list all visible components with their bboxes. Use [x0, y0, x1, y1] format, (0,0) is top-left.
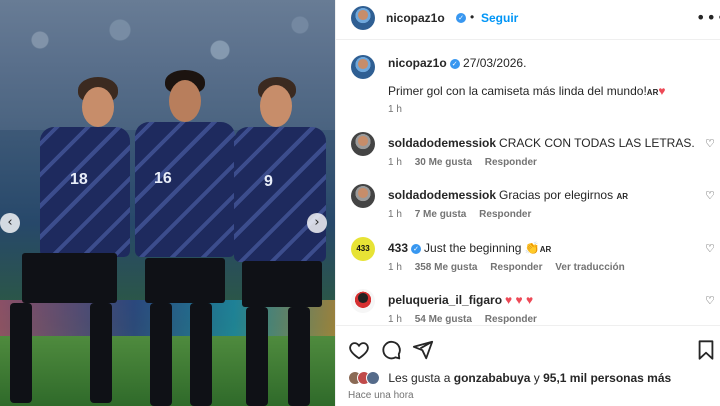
comment-like-heart-icon[interactable]: ♡	[705, 137, 715, 150]
caption-username[interactable]: nicopaz1o	[388, 56, 447, 70]
argentina-flag-icon: AR	[539, 245, 552, 254]
post-side-panel: nicopaz1o ✓ • Seguir ••• nicopaz1o✓ 27/0…	[335, 0, 720, 406]
reply-button[interactable]: Responder	[485, 314, 537, 325]
player-left: 18	[10, 75, 130, 406]
caption-date: 27/03/2026.	[463, 56, 527, 70]
verified-badge-icon: ✓	[456, 13, 466, 23]
comment-time: 1 h	[388, 157, 402, 168]
comment-item: 433 433 ✓ Just the beginning 👏AR 1 h 358 M…	[336, 233, 720, 278]
clapping-hands-icon: 👏	[524, 241, 540, 255]
caption-author-avatar[interactable]	[351, 55, 375, 79]
comment-like-heart-icon[interactable]: ♡	[705, 294, 715, 307]
commenter-username[interactable]: 433	[388, 241, 408, 255]
reply-button[interactable]: Responder	[485, 157, 537, 168]
more-options-icon[interactable]: •••	[696, 8, 720, 27]
comment-text: ♥ ♥ ♥	[505, 293, 534, 307]
liker-avatar	[366, 370, 380, 385]
commenter-username[interactable]: soldadodemessiok	[388, 136, 496, 150]
caption-time: 1 h	[388, 104, 402, 115]
commenter-avatar[interactable]	[351, 289, 375, 313]
comment-likes[interactable]: 7 Me gusta	[415, 209, 467, 220]
liker-username[interactable]: gonzababuya	[454, 371, 531, 385]
separator-dot: •	[470, 10, 475, 24]
comment-like-heart-icon[interactable]: ♡	[705, 242, 715, 255]
reply-button[interactable]: Responder	[479, 209, 531, 220]
post-header: nicopaz1o ✓ • Seguir •••	[336, 0, 720, 40]
verified-badge-icon: ✓	[411, 243, 422, 254]
jersey-number: 16	[154, 170, 172, 187]
argentina-flag-icon: AR	[616, 192, 629, 201]
follow-button[interactable]: Seguir	[481, 11, 518, 25]
heart-icon[interactable]	[348, 339, 370, 361]
comment-likes[interactable]: 358 Me gusta	[415, 262, 478, 273]
post-timestamp: Hace una hora	[348, 390, 414, 401]
caption-text-line: Primer gol con la camiseta más linda del…	[388, 84, 665, 98]
commenter-avatar[interactable]	[351, 184, 375, 208]
previous-photo-button[interactable]: ‹	[0, 213, 20, 233]
jersey-number: 9	[264, 173, 273, 190]
commenter-avatar[interactable]: 433	[351, 237, 375, 261]
comment-like-heart-icon[interactable]: ♡	[705, 189, 715, 202]
comment-text: Just the beginning	[424, 241, 522, 255]
author-username[interactable]: nicopaz1o	[386, 11, 445, 25]
avatar-logo-text: 433	[356, 244, 370, 253]
comment-likes[interactable]: 30 Me gusta	[415, 157, 472, 168]
likes-prefix: Les gusta a	[388, 370, 451, 385]
bookmark-icon[interactable]	[695, 339, 717, 361]
player-right: 9	[230, 75, 330, 406]
author-avatar[interactable]	[351, 6, 375, 30]
commenter-avatar[interactable]	[351, 132, 375, 156]
player-center: 16	[130, 70, 240, 406]
red-heart-icon: ♥	[658, 84, 666, 98]
argentina-flag-icon: AR	[646, 88, 659, 97]
caption-text: Primer gol con la camiseta más linda del…	[388, 84, 647, 98]
comment-item: soldadodemessiok Gracias por elegirnos AR…	[336, 180, 720, 225]
comment-icon[interactable]	[380, 339, 402, 361]
commenter-username[interactable]: soldadodemessiok	[388, 188, 496, 202]
send-icon[interactable]	[412, 339, 434, 361]
likes-count[interactable]: 95,1 mil personas más	[543, 371, 671, 385]
next-photo-button[interactable]: ›	[307, 213, 327, 233]
comment-item: soldadodemessiok CRACK CON TODAS LAS LETR…	[336, 128, 720, 173]
likes-summary[interactable]: Les gusta a gonzababuya y 95,1 mil perso…	[348, 370, 671, 386]
see-translation-button[interactable]: Ver traducción	[555, 262, 624, 273]
jersey-number: 18	[70, 171, 88, 188]
comment-item: peluqueria_il_figaro ♥ ♥ ♥ 1 h 54 Me gust…	[336, 285, 720, 330]
comment-likes[interactable]: 54 Me gusta	[415, 314, 472, 325]
verified-badge-icon: ✓	[449, 58, 460, 69]
comment-text: Gracias por elegirnos	[499, 188, 614, 202]
likes-connector: y	[533, 370, 540, 385]
commenter-username[interactable]: peluqueria_il_figaro	[388, 293, 502, 307]
comment-time: 1 h	[388, 209, 402, 220]
comment-text: CRACK CON TODAS LAS LETRAS.	[499, 136, 695, 150]
comment-time: 1 h	[388, 314, 402, 325]
post-photo[interactable]: 18 16 9 ‹ ›	[0, 0, 335, 406]
post-actions-bar: Les gusta a gonzababuya y 95,1 mil perso…	[336, 325, 720, 405]
comment-time: 1 h	[388, 262, 402, 273]
caption-header: nicopaz1o ✓ 27/03/2026.	[388, 56, 526, 70]
reply-button[interactable]: Responder	[490, 262, 542, 273]
